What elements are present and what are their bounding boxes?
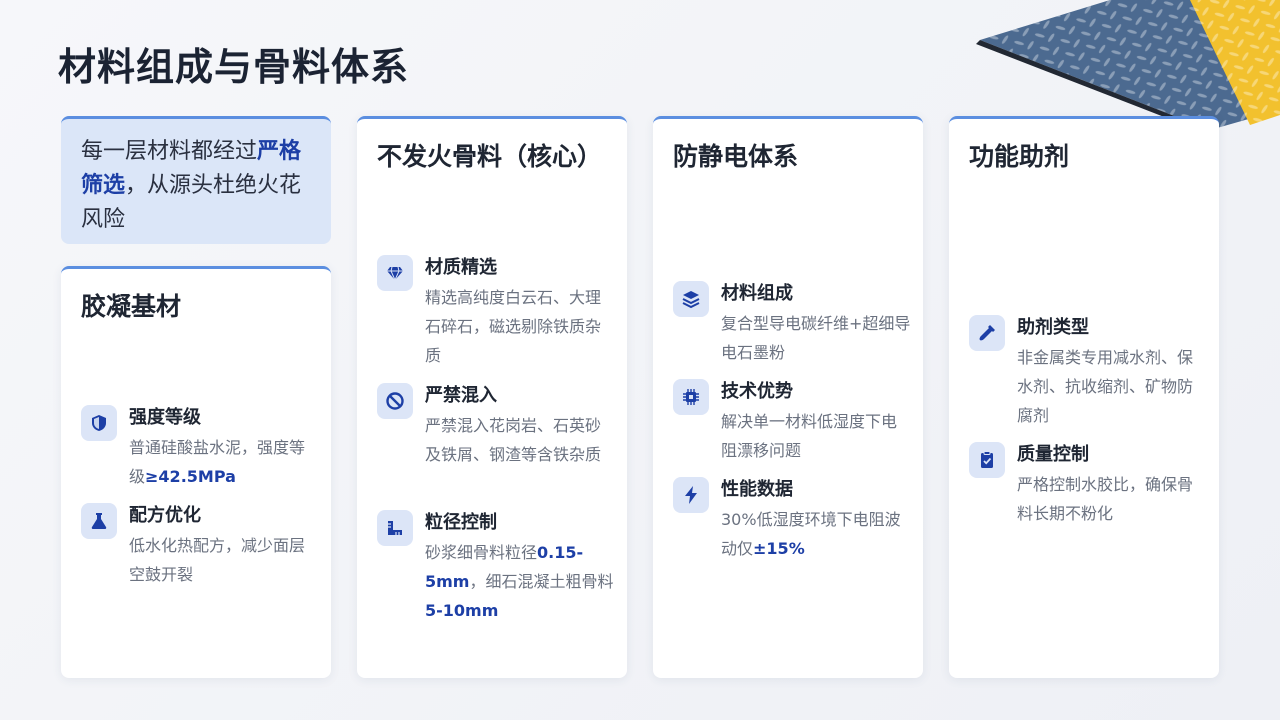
flask-icon <box>81 503 117 539</box>
card-title: 防静电体系 <box>673 142 799 171</box>
ban-icon <box>377 383 413 419</box>
item-desc: 非金属类专用减水剂、保水剂、抗收缩剂、矿物防腐剂 <box>1017 348 1194 425</box>
item-title: 强度等级 <box>129 407 201 428</box>
item-title: 配方优化 <box>129 505 201 526</box>
gem-icon <box>377 255 413 291</box>
item-desc: 普通硅酸盐水泥，强度等级≥42.5MPa <box>129 438 306 486</box>
chip-icon <box>673 379 709 415</box>
item-title: 严禁混入 <box>425 385 497 406</box>
item-desc: 严禁混入花岗岩、石英砂及铁屑、钢渣等含铁杂质 <box>425 416 602 464</box>
item-desc: 30%低湿度环境下电阻波动仅±15% <box>721 510 901 558</box>
card-aggregate: 不发火骨料（核心） 材质精选 精选高纯度白云石、大理石碎石，磁选剔除铁质杂质 严… <box>357 116 627 678</box>
floor-sample-image <box>880 0 1280 130</box>
card-binder: 胶凝基材 强度等级 普通硅酸盐水泥，强度等级≥42.5MPa 配方优化 低水化热… <box>61 266 331 678</box>
item-title: 材质精选 <box>425 257 497 278</box>
item-title: 质量控制 <box>1017 444 1089 465</box>
bolt-icon <box>673 477 709 513</box>
item-title: 性能数据 <box>721 479 793 500</box>
item-title: 粒径控制 <box>425 512 497 533</box>
card-title: 不发火骨料（核心） <box>377 142 603 171</box>
card-additives: 功能助剂 助剂类型 非金属类专用减水剂、保水剂、抗收缩剂、矿物防腐剂 质量控制 … <box>949 116 1219 678</box>
intro-callout: 每一层材料都经过严格筛选，从源头杜绝火花风险 <box>61 116 331 244</box>
item-desc: 低水化热配方，减少面层空鼓开裂 <box>129 536 306 584</box>
item-title: 助剂类型 <box>1017 317 1089 338</box>
item-desc: 严格控制水胶比，确保骨料长期不粉化 <box>1017 475 1194 523</box>
dropper-icon <box>969 315 1005 351</box>
card-antistatic: 防静电体系 材料组成 复合型导电碳纤维+超细导电石墨粉 技术优势 解决单一材料低… <box>653 116 923 678</box>
layers-icon <box>673 281 709 317</box>
card-title: 功能助剂 <box>969 142 1070 171</box>
item-desc: 砂浆细骨料粒径0.15-5mm，细石混凝土粗骨料5-10mm <box>425 543 614 620</box>
item-desc: 精选高纯度白云石、大理石碎石，磁选剔除铁质杂质 <box>425 288 602 365</box>
intro-text: 每一层材料都经过 <box>81 139 258 164</box>
item-title: 技术优势 <box>721 381 793 402</box>
item-desc: 解决单一材料低湿度下电阻漂移问题 <box>721 412 898 460</box>
item-desc: 复合型导电碳纤维+超细导电石墨粉 <box>721 314 911 362</box>
card-title: 胶凝基材 <box>81 292 182 321</box>
shield-icon <box>81 405 117 441</box>
page-title: 材料组成与骨料体系 <box>58 45 410 89</box>
clipboard-check-icon <box>969 442 1005 478</box>
item-title: 材料组成 <box>721 283 793 304</box>
ruler-icon <box>377 510 413 546</box>
